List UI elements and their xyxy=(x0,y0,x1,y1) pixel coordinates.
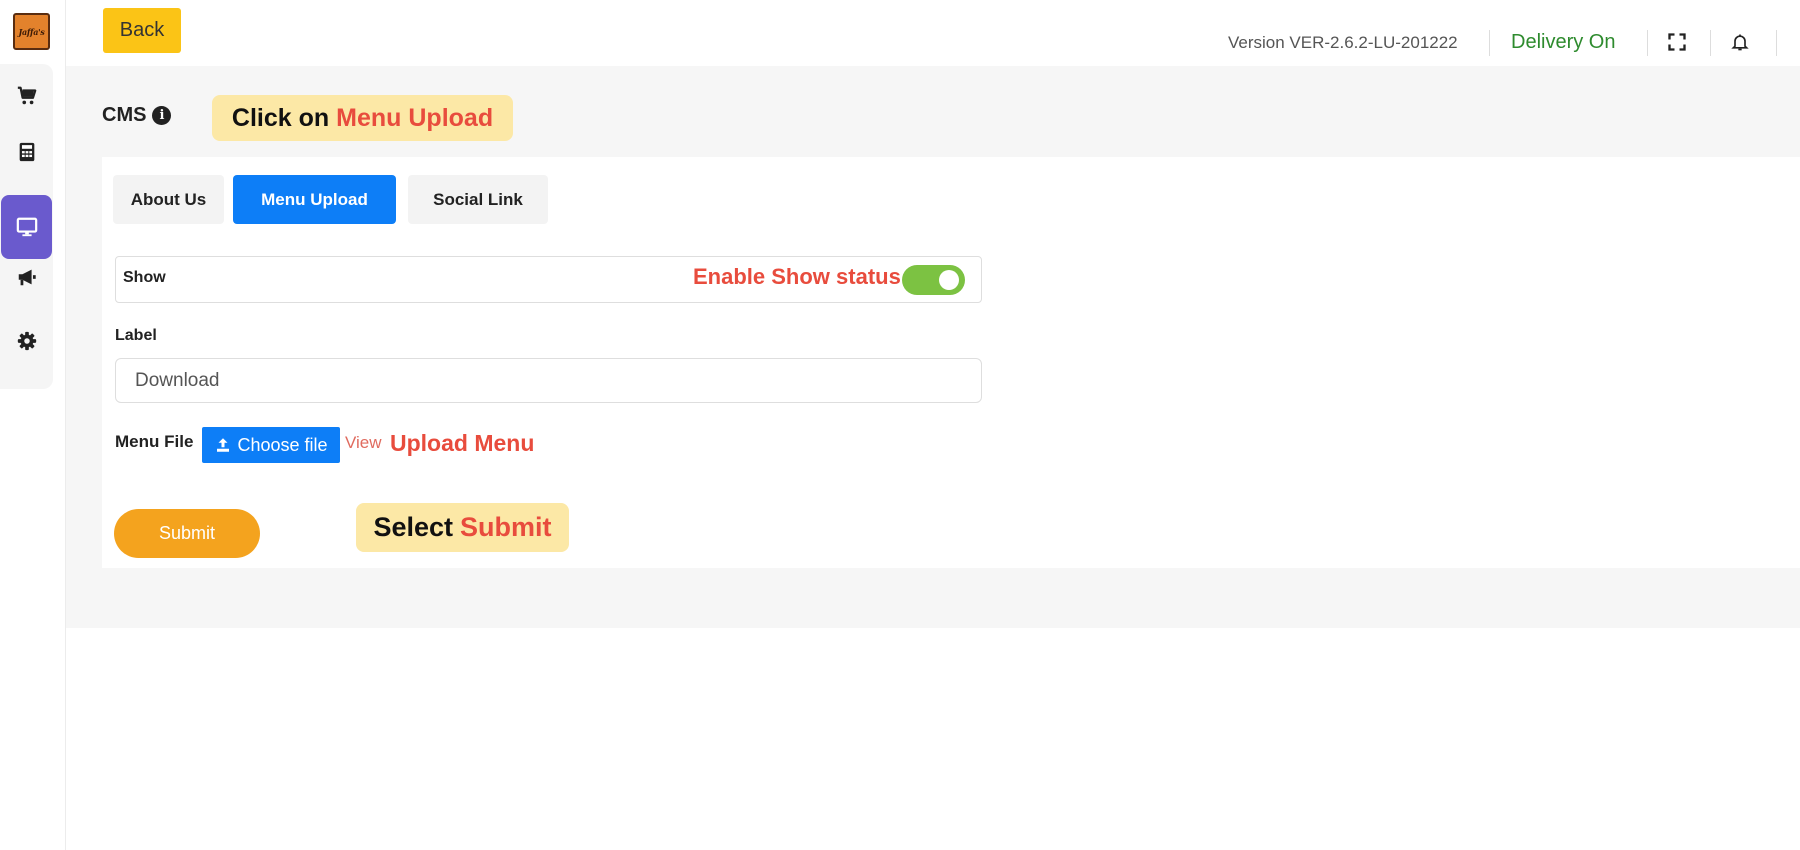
choose-file-label: Choose file xyxy=(237,434,328,455)
callout-highlight: Submit xyxy=(460,512,552,542)
tab-about-us[interactable]: About Us xyxy=(113,175,224,224)
header-divider xyxy=(1776,30,1777,56)
sidebar-item-orders[interactable] xyxy=(0,64,53,128)
fullscreen-icon[interactable] xyxy=(1666,31,1688,53)
header-divider xyxy=(1647,30,1648,56)
calculator-icon xyxy=(19,142,34,162)
tab-menu-upload[interactable]: Menu Upload xyxy=(233,175,396,224)
sidebar: Jaffa's xyxy=(0,0,66,850)
bell-icon[interactable] xyxy=(1729,31,1751,53)
tab-social-link[interactable]: Social Link xyxy=(408,175,548,224)
logo-text: Jaffa's xyxy=(18,26,45,37)
show-label: Show xyxy=(123,269,166,286)
callout-prefix: Select xyxy=(373,512,454,542)
upload-icon xyxy=(217,438,230,452)
callout-select-submit: Select Submit xyxy=(356,503,569,552)
upload-menu-annotation: Upload Menu xyxy=(390,430,535,456)
megaphone-icon xyxy=(18,269,36,286)
choose-file-button[interactable]: Choose file xyxy=(202,427,340,463)
toggle-knob xyxy=(939,270,959,290)
label-field-label: Label xyxy=(115,327,157,344)
callout-prefix: Click on xyxy=(231,103,330,132)
view-link[interactable]: View xyxy=(345,433,382,453)
show-toggle[interactable] xyxy=(902,265,965,295)
label-input[interactable] xyxy=(115,358,982,403)
gear-icon xyxy=(17,331,36,351)
show-row: Show Enable Show status xyxy=(115,256,982,303)
enable-show-annotation: Enable Show status xyxy=(693,264,901,289)
brand-logo[interactable]: Jaffa's xyxy=(13,13,50,50)
callout-click-menu-upload: Click on Menu Upload xyxy=(212,95,513,141)
version-text: Version VER-2.6.2-LU-201222 xyxy=(1228,33,1458,52)
page-title: CMS i xyxy=(102,104,172,127)
sidebar-item-marketing[interactable] xyxy=(0,245,53,309)
menu-file-label: Menu File xyxy=(115,432,194,451)
main-content: CMS i Click on Menu Upload About Us Menu… xyxy=(66,66,1800,628)
delivery-status[interactable]: Delivery On xyxy=(1511,31,1615,54)
monitor-icon xyxy=(16,217,37,237)
sidebar-item-settings[interactable] xyxy=(0,309,53,373)
cart-icon xyxy=(17,86,36,105)
header-divider xyxy=(1489,30,1490,56)
callout-highlight: Menu Upload xyxy=(336,103,494,132)
page-title-text: CMS xyxy=(102,104,147,126)
back-button[interactable]: Back xyxy=(103,8,181,53)
info-icon[interactable]: i xyxy=(152,106,172,125)
sidebar-nav xyxy=(0,64,53,389)
header-divider xyxy=(1710,30,1711,56)
submit-button[interactable]: Submit xyxy=(114,509,260,558)
sidebar-item-calculator[interactable] xyxy=(0,120,53,184)
top-header: Back Version VER-2.6.2-LU-201222 Deliver… xyxy=(66,0,1800,66)
